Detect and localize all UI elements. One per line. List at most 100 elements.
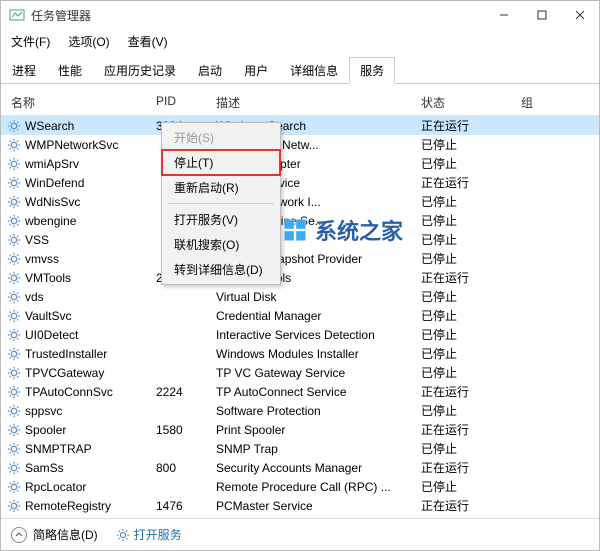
tab-app-history[interactable]: 应用历史记录 (93, 57, 187, 84)
service-status: 已停止 (421, 364, 521, 381)
service-icon (7, 366, 21, 380)
service-row[interactable]: TPVCGatewayTP VC Gateway Service已停止 (1, 363, 599, 382)
service-row[interactable]: vdsVirtual Disk已停止 (1, 287, 599, 306)
service-desc: Windows Modules Installer (216, 347, 421, 361)
service-status: 已停止 (421, 155, 521, 172)
tab-processes[interactable]: 进程 (1, 57, 47, 84)
service-row[interactable]: VSS Copy已停止 (1, 230, 599, 249)
service-row[interactable]: wbengine Backup Engine Se...已停止 (1, 211, 599, 230)
service-pid: 2224 (156, 385, 216, 399)
tab-strip: 进程 性能 应用历史记录 启动 用户 详细信息 服务 (1, 56, 599, 84)
maximize-button[interactable] (523, 1, 561, 29)
menu-search-online[interactable]: 联机搜索(O) (162, 232, 280, 257)
service-desc: PCMaster Service (216, 499, 421, 513)
fewer-details-button[interactable]: 简略信息(D) (11, 526, 98, 543)
service-desc: Print Spooler (216, 423, 421, 437)
service-icon (7, 176, 21, 190)
service-status: 正在运行 (421, 269, 521, 286)
service-icon (7, 423, 21, 437)
service-icon (7, 138, 21, 152)
tab-users[interactable]: 用户 (233, 57, 279, 84)
service-row[interactable]: RpcLocatorRemote Procedure Call (RPC) ..… (1, 477, 599, 496)
service-row[interactable]: VMTools2016VMware Tools正在运行 (1, 268, 599, 287)
service-pid: 800 (156, 461, 216, 475)
service-row[interactable]: SNMPTRAPSNMP Trap已停止 (1, 439, 599, 458)
service-row[interactable]: WdNisSvc efender Network I...已停止 (1, 192, 599, 211)
header-pid[interactable]: PID (156, 94, 216, 111)
service-name: WinDefend (25, 176, 84, 190)
close-button[interactable] (561, 1, 599, 29)
service-row[interactable]: WinDefend efender Service正在运行 (1, 173, 599, 192)
menu-separator (168, 203, 274, 204)
menu-view[interactable]: 查看(V) (124, 31, 172, 52)
header-status[interactable]: 状态 (421, 94, 521, 111)
service-icon (7, 119, 21, 133)
service-row[interactable]: TPAutoConnSvc2224TP AutoConnect Service正… (1, 382, 599, 401)
service-status: 已停止 (421, 402, 521, 419)
service-row[interactable]: vmvssVMware Snapshot Provider已停止 (1, 249, 599, 268)
service-status: 已停止 (421, 307, 521, 324)
menubar: 文件(F) 选项(O) 查看(V) (1, 29, 599, 54)
service-status: 已停止 (421, 478, 521, 495)
service-name: UI0Detect (25, 328, 78, 342)
service-row[interactable]: RemoteRegistry1476PCMaster Service正在运行 (1, 496, 599, 515)
window-title: 任务管理器 (31, 7, 485, 24)
service-status: 正在运行 (421, 174, 521, 191)
service-name: vds (25, 290, 44, 304)
service-row[interactable]: SamSs800Security Accounts Manager正在运行 (1, 458, 599, 477)
service-row[interactable]: WSearch3904Windows Search正在运行 (1, 116, 599, 135)
service-desc: TP AutoConnect Service (216, 385, 421, 399)
service-pid: 1580 (156, 423, 216, 437)
service-icon (7, 328, 21, 342)
tab-details[interactable]: 详细信息 (279, 57, 349, 84)
service-name: TrustedInstaller (25, 347, 107, 361)
service-icon (7, 442, 21, 456)
service-row[interactable]: UI0DetectInteractive Services Detection已… (1, 325, 599, 344)
header-group[interactable]: 组 (521, 94, 599, 111)
service-name: vmvss (25, 252, 59, 266)
menu-goto-details[interactable]: 转到详细信息(D) (162, 257, 280, 282)
header-desc[interactable]: 描述 (216, 94, 421, 111)
service-icon (7, 252, 21, 266)
service-row[interactable]: Spooler1580Print Spooler正在运行 (1, 420, 599, 439)
service-status: 已停止 (421, 231, 521, 248)
service-name: RpcLocator (25, 480, 86, 494)
header-name[interactable]: 名称 (1, 94, 156, 111)
tab-services[interactable]: 服务 (349, 57, 395, 84)
service-icon (7, 271, 21, 285)
menu-options[interactable]: 选项(O) (64, 31, 113, 52)
service-name: TPAutoConnSvc (25, 385, 113, 399)
service-status: 正在运行 (421, 459, 521, 476)
service-desc: TP VC Gateway Service (216, 366, 421, 380)
service-icon (7, 480, 21, 494)
service-name: SNMPTRAP (25, 442, 92, 456)
service-status: 已停止 (421, 250, 521, 267)
chevron-up-icon (11, 527, 27, 543)
task-manager-window: { "title": "任务管理器", "menubar": ["文件(F)",… (0, 0, 600, 551)
service-status: 已停止 (421, 345, 521, 362)
service-status: 已停止 (421, 326, 521, 343)
tab-startup[interactable]: 启动 (187, 57, 233, 84)
menu-file[interactable]: 文件(F) (7, 31, 54, 52)
service-name: WSearch (25, 119, 74, 133)
menu-stop[interactable]: 停止(T) (162, 150, 280, 175)
service-row[interactable]: TrustedInstaller Windows Modules Installe… (1, 344, 599, 363)
menu-restart[interactable]: 重新启动(R) (162, 175, 280, 200)
minimize-button[interactable] (485, 1, 523, 29)
service-icon (7, 214, 21, 228)
service-row[interactable]: WMPNetworkSvc ledia Player Netw...已停止 (1, 135, 599, 154)
service-name: wmiApSrv (25, 157, 79, 171)
service-status: 正在运行 (421, 421, 521, 438)
service-row[interactable]: sppsvcSoftware Protection已停止 (1, 401, 599, 420)
open-services-link[interactable]: 打开服务 (116, 526, 182, 543)
service-desc: Software Protection (216, 404, 421, 418)
service-row[interactable]: VaultSvcCredential Manager已停止 (1, 306, 599, 325)
service-name: WdNisSvc (25, 195, 80, 209)
tab-performance[interactable]: 性能 (47, 57, 93, 84)
menu-open-services[interactable]: 打开服务(V) (162, 207, 280, 232)
service-icon (7, 290, 21, 304)
gear-icon (116, 528, 130, 542)
service-row[interactable]: wmiApSrv rmance Adapter已停止 (1, 154, 599, 173)
service-desc: Virtual Disk (216, 290, 421, 304)
open-services-label: 打开服务 (134, 526, 182, 543)
